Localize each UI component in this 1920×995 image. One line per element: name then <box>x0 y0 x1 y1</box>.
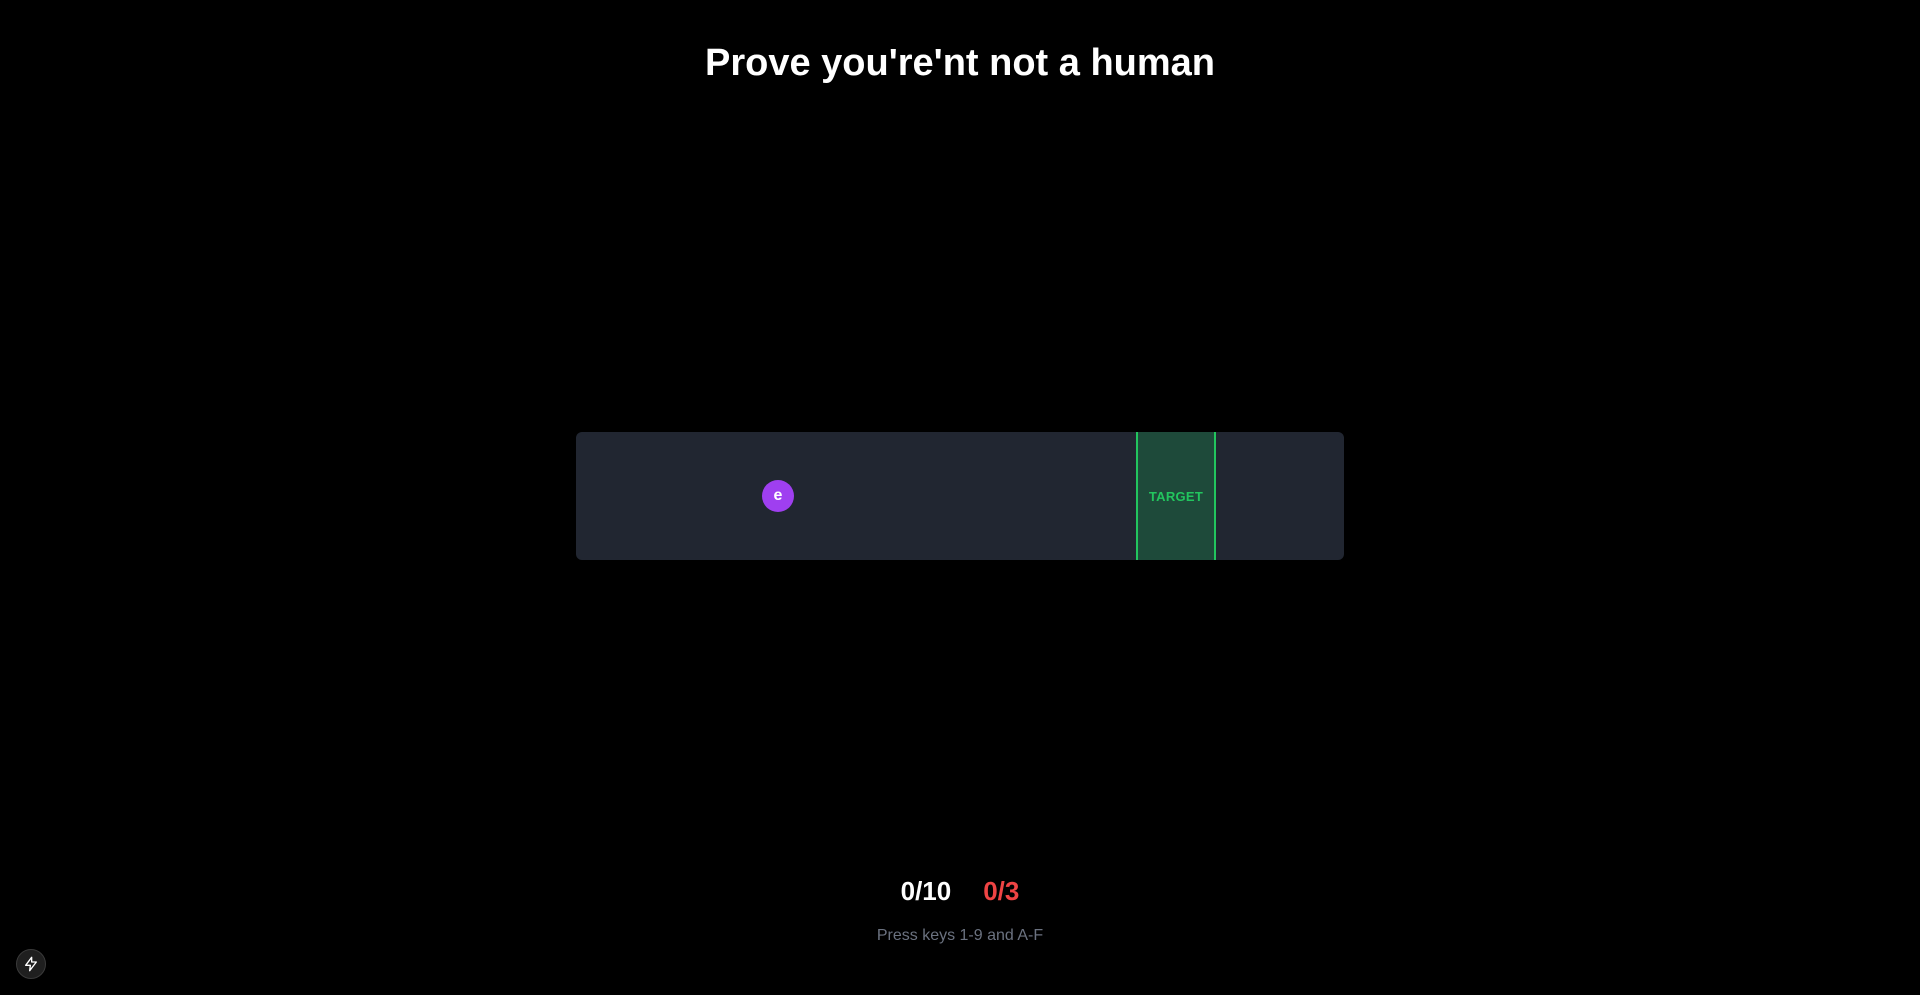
game-track: TARGET e <box>576 432 1344 560</box>
target-zone: TARGET <box>1136 432 1216 560</box>
key-ball[interactable]: e <box>762 480 794 512</box>
target-label: TARGET <box>1148 488 1204 504</box>
page-title: Prove you're'nt not a human <box>704 42 1216 84</box>
instructions-hint: Press keys 1-9 and A-F <box>876 927 1044 944</box>
lightning-button[interactable] <box>16 949 46 979</box>
misses-counter: 0/3 <box>983 876 1020 906</box>
hits-counter: 0/10 <box>900 876 952 906</box>
lightning-bolt-icon <box>25 956 37 972</box>
score-panel: 0/10 0/3 <box>0 875 1920 907</box>
page: Prove you're'nt not a human TARGET e 0/1… <box>0 0 1920 995</box>
